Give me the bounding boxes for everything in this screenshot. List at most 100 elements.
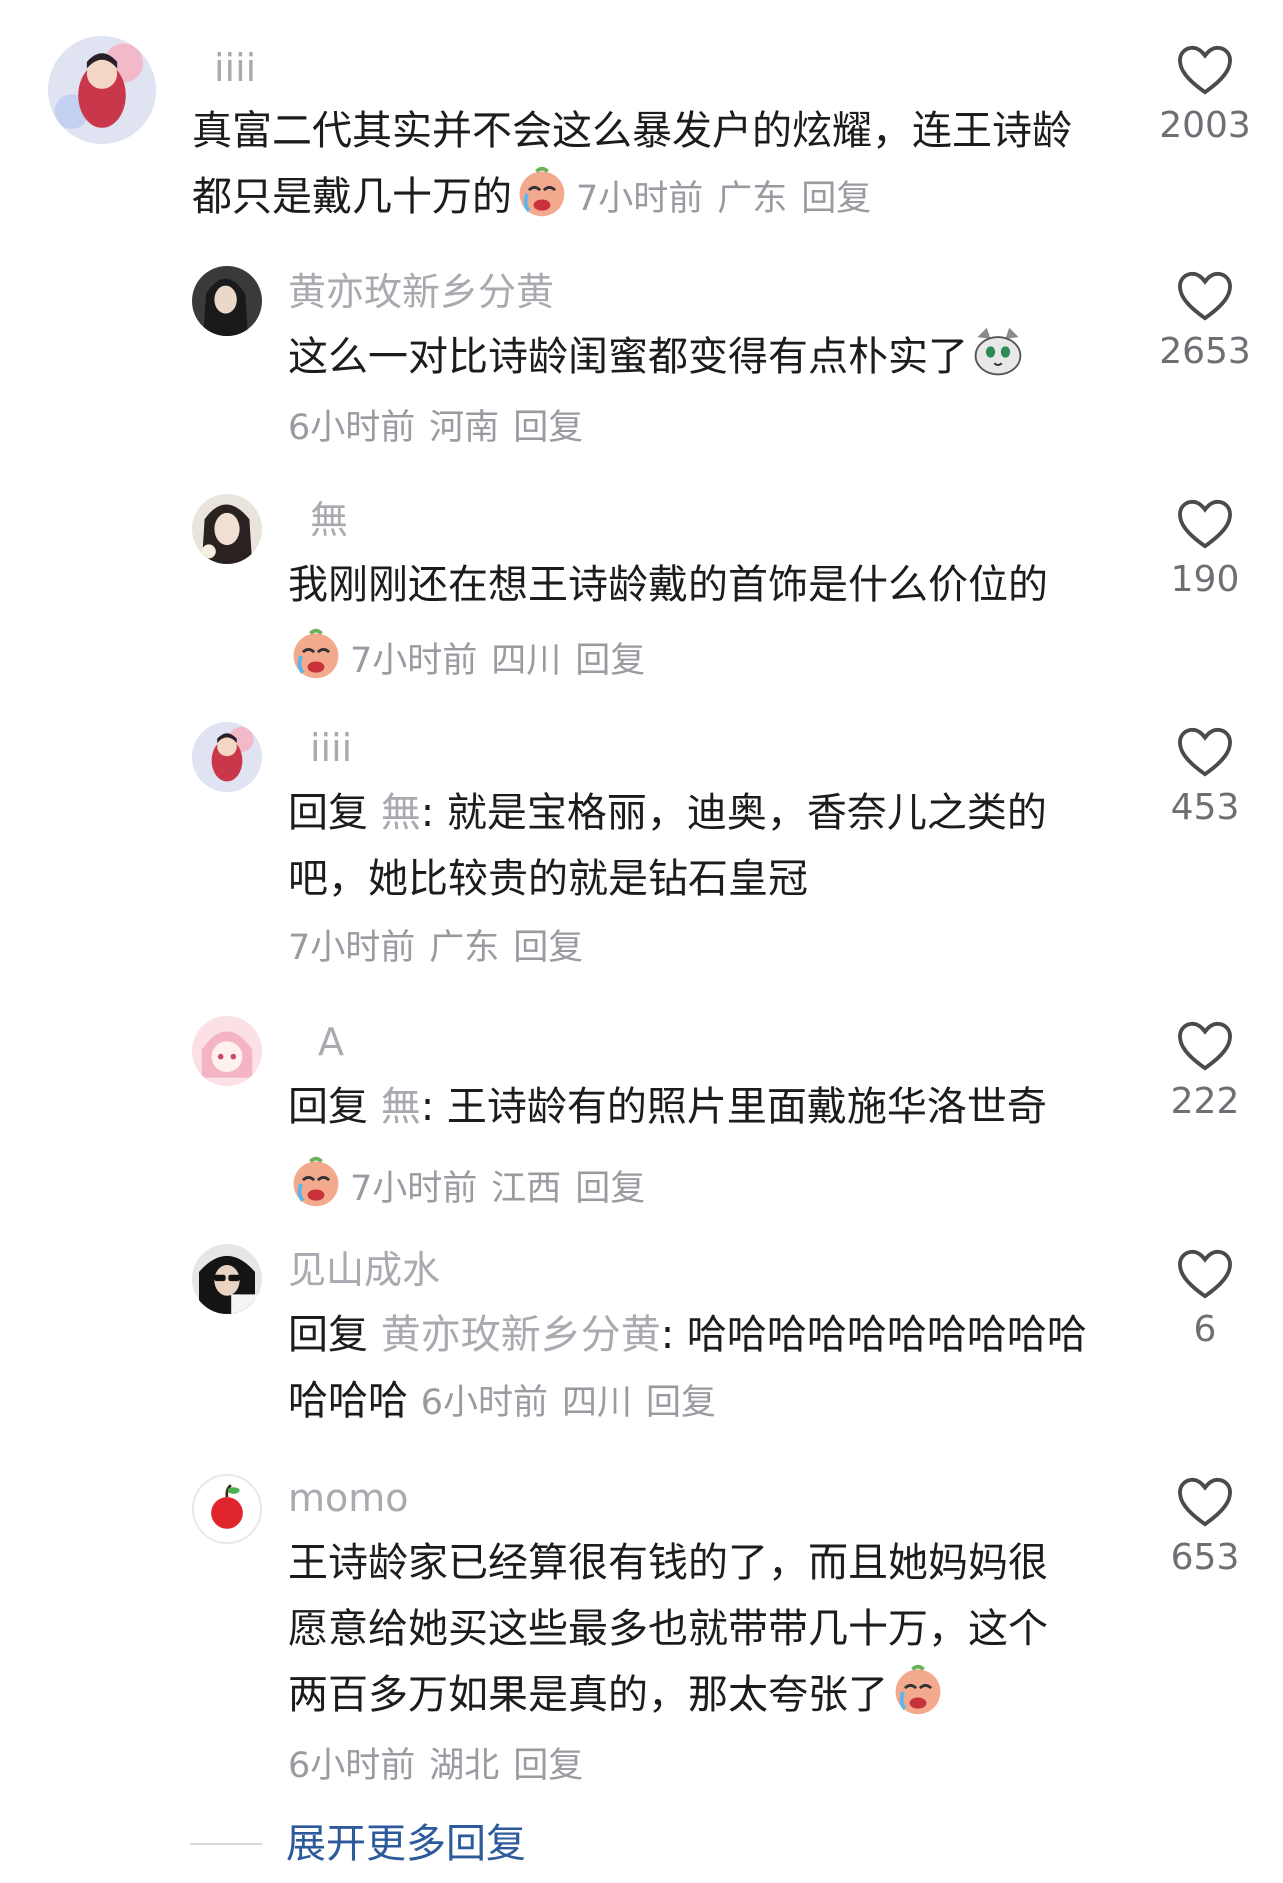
expand-more-replies[interactable]: 展开更多回复 bbox=[190, 1818, 526, 1870]
like-button[interactable]: 6 bbox=[1130, 1248, 1280, 1352]
comment-text-line: 两百多万如果是真的，那太夸张了 bbox=[288, 1662, 1048, 1728]
comment-time: 6小时前 bbox=[288, 1746, 416, 1786]
avatar[interactable] bbox=[192, 1244, 262, 1314]
like-button[interactable]: 222 bbox=[1130, 1020, 1280, 1124]
comment-text-line: 这么一对比诗龄闺蜜都变得有点朴实了 bbox=[288, 324, 1032, 390]
reply-button[interactable]: 回复 bbox=[513, 928, 583, 968]
comment-text: 我刚刚还在想王诗龄戴的首饰是什么价位的 bbox=[288, 552, 1048, 618]
like-button[interactable]: 190 bbox=[1130, 498, 1280, 602]
avatar[interactable] bbox=[192, 1474, 262, 1544]
like-button[interactable]: 2653 bbox=[1130, 270, 1280, 374]
comment-text-content: : 就是宝格丽，迪奥，香奈儿之类的 bbox=[420, 790, 1047, 836]
comment-text-line: 哈哈哈 6小时前 四川 回复 bbox=[288, 1368, 1087, 1436]
username[interactable]: A bbox=[318, 1020, 344, 1064]
comment-text-content: : 哈哈哈哈哈哈哈哈哈哈 bbox=[660, 1312, 1087, 1358]
reply-button[interactable]: 回复 bbox=[801, 179, 871, 219]
like-count: 190 bbox=[1170, 559, 1240, 600]
avatar[interactable] bbox=[48, 36, 156, 144]
comment-text-line: 回复 無: 就是宝格丽，迪奥，香奈儿之类的 bbox=[288, 780, 1047, 846]
comment-text: 回复 無: 就是宝格丽，迪奥，香奈儿之类的 吧，她比较贵的就是钻石皇冠 bbox=[288, 780, 1047, 912]
heart-outline-icon bbox=[1178, 1021, 1232, 1071]
avatar[interactable] bbox=[192, 494, 262, 564]
reply-to-user[interactable]: 黄亦玫新乡分黄 bbox=[381, 1312, 661, 1358]
comment-location: 四川 bbox=[562, 1383, 633, 1423]
comment-text-line: 真富二代其实并不会这么暴发户的炫耀，连王诗龄 bbox=[192, 108, 1072, 154]
username[interactable]: momo bbox=[288, 1476, 409, 1520]
comment-location: 广东 bbox=[717, 179, 788, 219]
like-count: 453 bbox=[1170, 787, 1240, 828]
comment-text-line: 回复 黄亦玫新乡分黄: 哈哈哈哈哈哈哈哈哈哈 bbox=[288, 1302, 1087, 1368]
reply-prefix: 回复 bbox=[288, 790, 381, 836]
reply-button[interactable]: 回复 bbox=[646, 1383, 716, 1423]
reply-button[interactable]: 回复 bbox=[575, 1169, 645, 1209]
heart-outline-icon bbox=[1178, 45, 1232, 95]
reply-button[interactable]: 回复 bbox=[575, 641, 645, 681]
comment-meta: 6小时前 河南 回复 bbox=[288, 406, 597, 450]
comment-location: 四川 bbox=[491, 641, 562, 681]
comment-time: 7小时前 bbox=[576, 179, 704, 219]
avatar[interactable] bbox=[192, 722, 262, 792]
username[interactable]: 见山成水 bbox=[288, 1248, 440, 1292]
comment-text-line-2: 都只是戴几十万的 bbox=[192, 174, 512, 220]
reply-prefix: 回复 bbox=[288, 1312, 381, 1358]
like-button[interactable]: 453 bbox=[1130, 726, 1280, 830]
comment-location: 江西 bbox=[491, 1169, 562, 1209]
like-count: 2653 bbox=[1159, 331, 1251, 372]
comment-text-line: 王诗龄家已经算很有钱的了，而且她妈妈很 bbox=[288, 1540, 1048, 1586]
heart-outline-icon bbox=[1178, 727, 1232, 777]
comment-time: 7小时前 bbox=[350, 641, 478, 681]
comment-location: 广东 bbox=[429, 928, 500, 968]
expand-more-replies-label[interactable]: 展开更多回复 bbox=[286, 1821, 526, 1867]
divider bbox=[190, 1843, 262, 1845]
username[interactable]: 黄亦玫新乡分黄 bbox=[288, 270, 554, 314]
like-count: 222 bbox=[1170, 1081, 1240, 1122]
username[interactable]: iiii bbox=[310, 726, 352, 770]
crying-face-emoji bbox=[890, 1662, 946, 1718]
comment-location: 河南 bbox=[429, 408, 500, 448]
username[interactable]: iiii bbox=[214, 46, 256, 90]
comment-location: 湖北 bbox=[429, 1746, 500, 1786]
avatar[interactable] bbox=[192, 266, 262, 336]
comment-text: 真富二代其实并不会这么暴发户的炫耀，连王诗龄 都只是戴几十万的 7小时前 广东 回复 bbox=[192, 98, 1072, 232]
comment-meta: 6小时前 四川 回复 bbox=[421, 1383, 730, 1423]
crying-face-emoji bbox=[514, 164, 570, 220]
heart-outline-icon bbox=[1178, 499, 1232, 549]
reply-to-user[interactable]: 無 bbox=[381, 1084, 421, 1130]
comment-text-line: 回复 無: 王诗龄有的照片里面戴施华洛世奇 bbox=[288, 1074, 1047, 1140]
like-count: 6 bbox=[1193, 1309, 1217, 1350]
comment-text-line: 我刚刚还在想王诗龄戴的首饰是什么价位的 bbox=[288, 562, 1048, 608]
comment-time: 6小时前 bbox=[288, 408, 416, 448]
heart-outline-icon bbox=[1178, 1249, 1232, 1299]
comment-meta: 6小时前 湖北 回复 bbox=[288, 1744, 597, 1788]
comment-meta: 7小时前 江西 回复 bbox=[288, 1154, 659, 1211]
comment-time: 7小时前 bbox=[288, 928, 416, 968]
comment-text: 回复 黄亦玫新乡分黄: 哈哈哈哈哈哈哈哈哈哈 哈哈哈 6小时前 四川 回复 bbox=[288, 1302, 1087, 1436]
crying-face-emoji bbox=[288, 626, 344, 682]
comment-time: 6小时前 bbox=[420, 1383, 548, 1423]
bottom-fade bbox=[963, 1810, 1283, 1883]
comment-text-line-3: 两百多万如果是真的，那太夸张了 bbox=[288, 1672, 888, 1718]
comment-text: 这么一对比诗龄闺蜜都变得有点朴实了 bbox=[288, 324, 1032, 390]
comment-text-line: 都只是戴几十万的 7小时前 广东 回复 bbox=[192, 164, 1072, 232]
heart-outline-icon bbox=[1178, 271, 1232, 321]
comment-text-content: 这么一对比诗龄闺蜜都变得有点朴实了 bbox=[288, 334, 968, 380]
cat-face-emoji bbox=[970, 324, 1026, 380]
crying-face-emoji bbox=[288, 1154, 344, 1210]
like-count: 653 bbox=[1170, 1537, 1240, 1578]
like-count: 2003 bbox=[1159, 105, 1251, 146]
reply-to-user[interactable]: 無 bbox=[381, 790, 421, 836]
comment-text-line: 吧，她比较贵的就是钻石皇冠 bbox=[288, 856, 808, 902]
comment-meta: 7小时前 四川 回复 bbox=[288, 626, 659, 683]
comment-text: 王诗龄家已经算很有钱的了，而且她妈妈很 愿意给她买这些最多也就带带几十万，这个 … bbox=[288, 1530, 1048, 1728]
comment-time: 7小时前 bbox=[350, 1169, 478, 1209]
like-button[interactable]: 653 bbox=[1130, 1476, 1280, 1580]
comment-text-line-2: 哈哈哈 bbox=[288, 1378, 408, 1424]
reply-button[interactable]: 回复 bbox=[513, 408, 583, 448]
username[interactable]: 無 bbox=[310, 498, 348, 542]
comment-meta: 7小时前 广东 回复 bbox=[576, 179, 885, 219]
reply-button[interactable]: 回复 bbox=[513, 1746, 583, 1786]
comment-text: 回复 無: 王诗龄有的照片里面戴施华洛世奇 bbox=[288, 1074, 1047, 1140]
avatar[interactable] bbox=[192, 1016, 262, 1086]
comment-text-line: 愿意给她买这些最多也就带带几十万，这个 bbox=[288, 1606, 1048, 1652]
like-button[interactable]: 2003 bbox=[1130, 44, 1280, 148]
